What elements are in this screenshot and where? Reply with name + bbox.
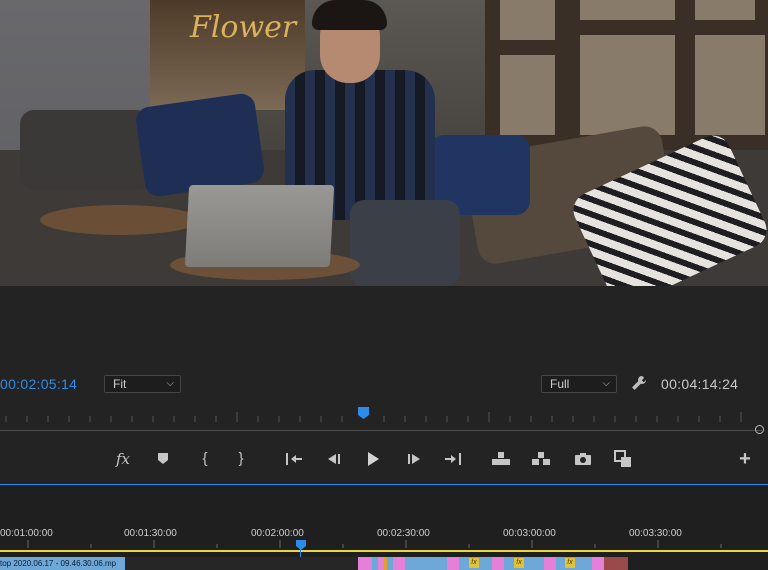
extract-icon[interactable] [530, 448, 552, 470]
export-frame-icon[interactable] [572, 448, 594, 470]
chevron-down-icon: ⌵ [602, 378, 610, 389]
video-clip[interactable]: top 2020.06.17 - 09.46.30.06.mp [0, 557, 125, 570]
step-forward-icon[interactable] [403, 448, 425, 470]
video-clip[interactable] [405, 557, 447, 570]
zoom-level-value: Fit [113, 377, 127, 391]
timeline-playhead[interactable] [296, 540, 306, 550]
zoom-level-select[interactable]: Fit ⌵ [104, 375, 181, 393]
cushion [134, 92, 266, 198]
mark-in-label: { [202, 450, 208, 467]
video-clip[interactable] [604, 557, 628, 570]
mark-out-label: } [238, 450, 244, 467]
video-clip[interactable] [504, 557, 544, 570]
program-monitor-video: Flower [0, 0, 768, 286]
fx-badge: fx [514, 558, 524, 568]
timeline-ruler-label: 00:02:30:00 [377, 528, 430, 539]
person-legs [350, 200, 460, 286]
wrench-icon[interactable] [630, 374, 648, 392]
video-clip[interactable] [544, 557, 556, 570]
video-clip[interactable] [592, 557, 604, 570]
fx-badge-label: fx [471, 559, 477, 566]
video-clip[interactable] [393, 557, 405, 570]
monitor-zoom-handle[interactable] [755, 425, 764, 434]
cushion [20, 110, 150, 190]
fx-badge-label: fx [516, 559, 522, 566]
playhead-timecode[interactable]: 00:02:05:14 [0, 376, 77, 392]
monitor-scroll-track[interactable] [0, 430, 762, 431]
fx-badge: fx [469, 558, 479, 568]
side-table [40, 205, 200, 235]
playback-resolution-value: Full [550, 377, 570, 391]
video-clip[interactable] [492, 557, 504, 570]
button-editor-plus-icon[interactable]: + [734, 448, 756, 470]
person-hair [312, 0, 387, 30]
timeline-ruler-label: 00:01:30:00 [124, 528, 177, 539]
monitor-time-ruler[interactable] [0, 410, 768, 422]
transport-controls: fx { } + [0, 448, 768, 470]
playback-resolution-select[interactable]: Full ⌵ [541, 375, 617, 393]
fx-badge-label: fx [567, 559, 573, 566]
play-icon[interactable] [362, 448, 384, 470]
video-clip[interactable] [447, 557, 459, 570]
timeline-ruler[interactable] [0, 540, 768, 548]
laptop [184, 185, 335, 267]
clip-name: top 2020.06.17 - 09.46.30.06.mp [0, 559, 117, 568]
go-to-out-icon[interactable] [442, 448, 464, 470]
video-clip[interactable] [358, 557, 372, 570]
lift-icon[interactable] [490, 448, 512, 470]
empty-track-space [125, 557, 358, 570]
fx-icon[interactable]: fx [112, 448, 134, 470]
plus-label: + [739, 448, 751, 470]
chevron-down-icon: ⌵ [166, 378, 174, 389]
go-to-in-icon[interactable] [283, 448, 305, 470]
window [485, 0, 768, 150]
add-marker-icon[interactable] [152, 448, 174, 470]
timeline-ruler-label: 00:01:00:00 [0, 528, 53, 539]
timeline-ruler-label: 00:02:00:00 [251, 528, 304, 539]
work-area-bar[interactable] [0, 550, 768, 552]
duration-timecode: 00:04:14:24 [661, 376, 739, 392]
step-back-icon[interactable] [323, 448, 345, 470]
comparison-view-icon[interactable] [612, 448, 634, 470]
mark-in-icon[interactable]: { [194, 448, 216, 470]
fx-badge: fx [565, 558, 575, 568]
monitor-playhead[interactable] [358, 407, 369, 419]
timeline-ruler-label: 00:03:30:00 [629, 528, 682, 539]
mark-out-icon[interactable]: } [230, 448, 252, 470]
poster-text: Flower [190, 10, 297, 45]
fx-label: fx [115, 450, 130, 468]
timeline-ruler-label: 00:03:00:00 [503, 528, 556, 539]
